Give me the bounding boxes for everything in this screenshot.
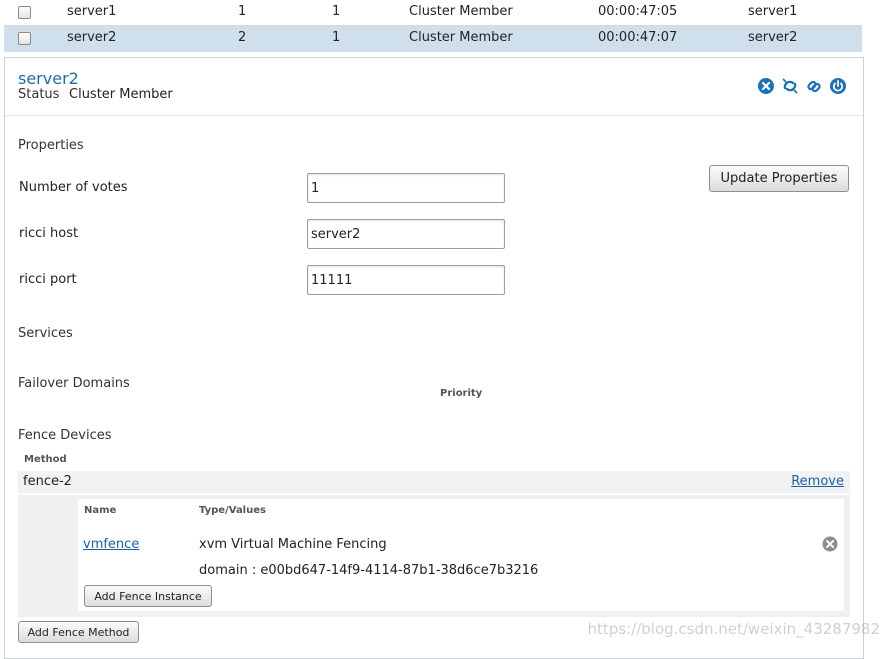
ricci-host-label: ricci host — [19, 226, 79, 241]
node-row-server1[interactable]: server1 1 1 Cluster Member 00:00:47:05 s… — [4, 0, 862, 26]
votes-input[interactable] — [307, 173, 505, 203]
node-id: 1 — [238, 4, 247, 19]
power-icon[interactable] — [829, 77, 847, 95]
remove-method-link[interactable]: Remove — [791, 474, 844, 489]
delete-instance-icon[interactable] — [822, 536, 838, 552]
method-column-header: Method — [24, 454, 67, 465]
ricci-port-label: ricci port — [19, 272, 77, 287]
fence-instance-domain: domain : e00bd647-14f9-4114-87b1-38d6ce7… — [199, 563, 539, 578]
leave-cluster-icon[interactable] — [757, 77, 775, 95]
fence-instance-table: Name Type/Values vmfence xvm Virtual Mac… — [78, 499, 844, 611]
ricci-host-input[interactable] — [307, 219, 505, 249]
properties-heading: Properties — [18, 138, 84, 153]
fence-instance-link[interactable]: vmfence — [83, 537, 139, 552]
fence-method-row: fence-2 Remove — [18, 471, 850, 493]
node-votes: 1 — [332, 4, 341, 19]
ricci-port-input[interactable] — [307, 265, 505, 295]
fence-method-name: fence-2 — [23, 474, 72, 489]
name-column-header: Name — [84, 505, 117, 516]
fence-instance-type: xvm Virtual Machine Fencing — [199, 537, 387, 552]
join-cluster-icon[interactable] — [805, 77, 823, 95]
node-status: Cluster Member — [409, 30, 513, 45]
header-separator — [5, 115, 863, 116]
node-ricci-host: server2 — [748, 30, 798, 45]
type-values-column-header: Type/Values — [199, 505, 266, 516]
node-uptime: 00:00:47:05 — [598, 4, 678, 19]
node-votes: 1 — [332, 30, 341, 45]
add-fence-method-button[interactable]: Add Fence Method — [18, 621, 139, 643]
add-fence-instance-button[interactable]: Add Fence Instance — [84, 585, 212, 607]
node-status: Cluster Member — [409, 4, 513, 19]
watermark: https://blog.csdn.net/weixin_43287982 — [587, 620, 880, 638]
node-ricci-host: server1 — [748, 4, 798, 19]
node-action-icons — [757, 77, 847, 95]
node-checkbox[interactable] — [18, 6, 31, 19]
node-checkbox[interactable] — [18, 32, 31, 45]
fence-instances-container: Name Type/Values vmfence xvm Virtual Mac… — [18, 495, 850, 617]
node-detail-panel: server2 Status Cluster Member Properties… — [4, 57, 864, 659]
reboot-icon[interactable] — [781, 77, 799, 95]
status-label: Status — [18, 87, 60, 102]
node-title: server2 — [18, 69, 79, 88]
node-name: server1 — [67, 4, 117, 19]
node-uptime: 00:00:47:07 — [598, 30, 678, 45]
votes-label: Number of votes — [19, 180, 128, 195]
fence-devices-heading: Fence Devices — [18, 428, 112, 443]
node-name: server2 — [67, 30, 117, 45]
services-heading: Services — [18, 326, 73, 341]
node-row-server2[interactable]: server2 2 1 Cluster Member 00:00:47:07 s… — [4, 26, 862, 52]
failover-domains-heading: Failover Domains — [18, 376, 130, 391]
update-properties-button[interactable]: Update Properties — [709, 165, 849, 192]
node-id: 2 — [238, 30, 247, 45]
priority-column-header: Priority — [440, 388, 483, 399]
status-value: Cluster Member — [69, 87, 173, 102]
